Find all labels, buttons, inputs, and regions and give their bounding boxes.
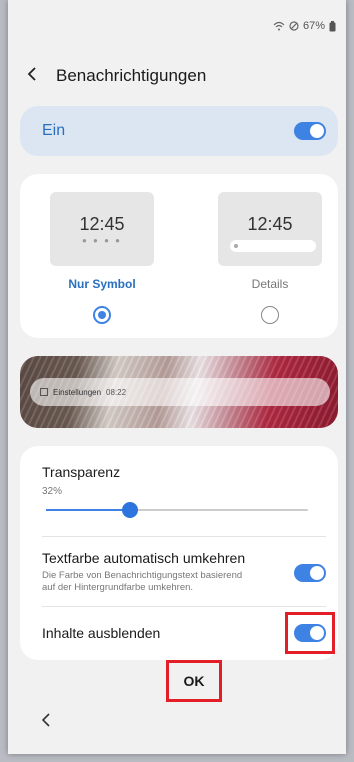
highlight-box-ok [166, 660, 222, 702]
nav-back-icon [41, 712, 50, 732]
auto-invert-subtitle-line2: auf der Hintergrundfarbe umkehren. [42, 582, 194, 593]
slider-thumb[interactable] [122, 502, 138, 518]
style-label-details: Details [251, 277, 289, 291]
battery-text: 67% [302, 20, 325, 32]
status-bar: 67% [273, 20, 336, 32]
preview-notification-pill [230, 240, 316, 252]
page-title: Benachrichtigungen [56, 66, 207, 85]
preview-notification-app: Einstellungen [53, 387, 102, 397]
chevron-left-icon [27, 66, 37, 87]
lockscreen-preview: Einstellungen 08:22 [20, 356, 338, 428]
settings-card: Transparenz 32% Textfarbe automatisch um… [20, 446, 338, 660]
transparency-value: 32% [42, 486, 63, 497]
highlight-box-hide-content [285, 612, 335, 654]
style-preview-details[interactable]: 12:45 [218, 192, 322, 266]
back-button[interactable] [20, 64, 44, 88]
hide-content-title: Inhalte ausblenden [42, 625, 161, 641]
divider [42, 536, 326, 537]
nav-back-button[interactable] [36, 712, 56, 732]
slider-fill [46, 509, 130, 511]
auto-invert-subtitle: Die Farbe von Benachrichtigungstext basi… [42, 570, 242, 594]
phone-screen: 67% Benachrichtigungen Ein 12:45 ● ● ● ●… [8, 0, 346, 754]
app-icon [40, 388, 48, 396]
master-toggle-switch[interactable] [294, 122, 326, 140]
transparency-title: Transparenz [42, 464, 121, 480]
notification-style-card: 12:45 ● ● ● ● 12:45 Nur Symbol Details [20, 174, 338, 338]
radio-details[interactable] [261, 306, 279, 324]
master-toggle-label: Ein [42, 122, 66, 139]
divider [42, 606, 326, 607]
transparency-slider[interactable] [46, 502, 308, 518]
master-toggle-row[interactable]: Ein [20, 106, 338, 156]
dnd-icon [289, 21, 299, 31]
auto-invert-toggle[interactable] [294, 564, 326, 582]
preview-notification-time: 08:22 [106, 387, 127, 397]
preview-dots: ● ● ● ● [82, 236, 122, 245]
auto-invert-title: Textfarbe automatisch umkehren [42, 550, 246, 566]
style-preview-icon-only[interactable]: 12:45 ● ● ● ● [50, 192, 154, 266]
preview-notification: Einstellungen 08:22 [30, 378, 330, 406]
preview-time: 12:45 [247, 214, 293, 234]
battery-icon [329, 20, 336, 32]
header: Benachrichtigungen [20, 64, 206, 88]
auto-invert-subtitle-line1: Die Farbe von Benachrichtigungstext basi… [42, 570, 243, 581]
radio-icon-only[interactable] [93, 306, 111, 324]
style-label-icon-only: Nur Symbol [68, 277, 136, 291]
preview-time: 12:45 [79, 214, 125, 234]
wifi-icon [273, 21, 285, 31]
